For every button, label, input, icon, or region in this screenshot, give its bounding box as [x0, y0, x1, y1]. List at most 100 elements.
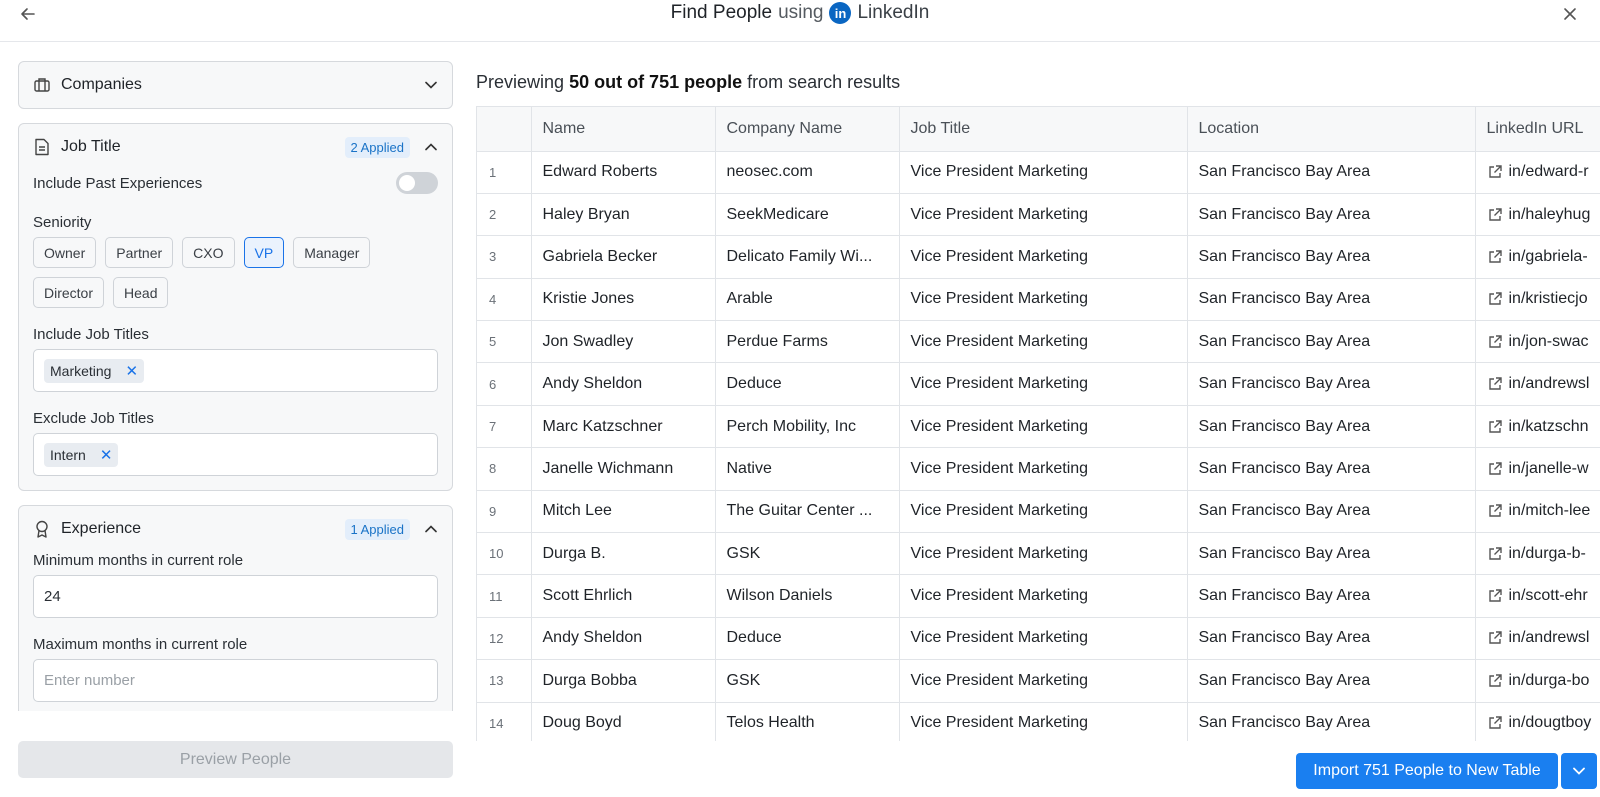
company-cell: neosec.com: [715, 151, 900, 194]
location-cell: San Francisco Bay Area: [1187, 278, 1476, 322]
linkedin-url-cell[interactable]: in/andrewsl: [1475, 617, 1600, 661]
linkedin-url-text: in/jon-swac: [1508, 332, 1589, 350]
seniority-chips: Owner Partner CXO VP Manager Director He…: [33, 237, 438, 308]
table-row[interactable]: 8 Janelle Wichmann Native Vice President Ma…: [477, 447, 1600, 491]
min-months-input[interactable]: [33, 575, 438, 618]
filter-sidebar: Companies Job Title 2 Applied Include Pa…: [18, 61, 453, 711]
title-text: Find People: [670, 2, 773, 23]
name-cell: Scott Ehrlich: [531, 574, 716, 618]
table-row[interactable]: 3 Gabriela Becker Delicato Family Wi... Vic…: [477, 235, 1600, 279]
max-months-label: Maximum months in current role: [33, 636, 248, 653]
table-row[interactable]: 14 Doug Boyd Telos Health Vice President Ma…: [477, 702, 1600, 741]
column-header[interactable]: Location: [1187, 107, 1476, 152]
chevron-down-icon[interactable]: [424, 78, 438, 92]
linkedin-url-cell[interactable]: in/mitch-lee: [1475, 490, 1600, 534]
linkedin-url-link[interactable]: in/andrewsl: [1487, 363, 1600, 404]
linkedin-url-link[interactable]: in/jon-swac: [1487, 321, 1600, 362]
linkedin-url-cell[interactable]: in/scott-ehr: [1475, 574, 1600, 618]
linkedin-label: LinkedIn: [857, 2, 930, 23]
import-people-button[interactable]: Import 751 People to New Table: [1296, 753, 1558, 789]
company-cell: Deduce: [715, 362, 900, 406]
table-row[interactable]: 7 Marc Katzschner Perch Mobility, Inc Vice …: [477, 405, 1600, 449]
remove-tag-icon[interactable]: ✕: [125, 362, 138, 380]
company-cell: GSK: [715, 532, 900, 576]
column-header[interactable]: Name: [531, 107, 716, 152]
name-cell: Durga B.: [531, 532, 716, 576]
job-title-panel: Job Title 2 Applied Include Past Experie…: [18, 123, 453, 491]
external-link-icon: [1488, 547, 1502, 560]
remove-tag-icon[interactable]: ✕: [100, 446, 113, 464]
companies-panel-header[interactable]: Companies: [19, 62, 452, 108]
chevron-up-icon[interactable]: [424, 140, 438, 154]
experience-panel-header[interactable]: Experience 1 Applied: [19, 506, 452, 552]
seniority-chip-manager[interactable]: Manager: [293, 237, 371, 268]
linkedin-url-link[interactable]: in/durga-bo: [1487, 660, 1600, 701]
linkedin-url-link[interactable]: in/scott-ehr: [1487, 575, 1600, 616]
seniority-chip-head[interactable]: Head: [113, 277, 169, 308]
location-cell: San Francisco Bay Area: [1187, 532, 1476, 576]
row-index: 1: [477, 151, 532, 194]
column-header[interactable]: Company Name: [715, 107, 900, 152]
include-past-toggle[interactable]: [396, 172, 438, 194]
name-cell: Jon Swadley: [531, 320, 716, 364]
company-cell: Perch Mobility, Inc: [715, 405, 900, 449]
linkedin-url-cell[interactable]: in/gabriela-: [1475, 235, 1600, 279]
job-title-applied-badge: 2 Applied: [344, 136, 410, 158]
table-row[interactable]: 6 Andy Sheldon Deduce Vice President Market…: [477, 362, 1600, 406]
linkedin-url-cell[interactable]: in/andrewsl: [1475, 362, 1600, 406]
table-row[interactable]: 13 Durga Bobba GSK Vice President Marketing…: [477, 659, 1600, 703]
seniority-chip-director[interactable]: Director: [33, 277, 105, 308]
linkedin-url-link[interactable]: in/mitch-lee: [1487, 491, 1600, 532]
name-cell: Edward Roberts: [531, 151, 716, 194]
table-row[interactable]: 10 Durga B. GSK Vice President Marketing San…: [477, 532, 1600, 576]
table-row[interactable]: 12 Andy Sheldon Deduce Vice President Marke…: [477, 617, 1600, 661]
table-row[interactable]: 5 Jon Swadley Perdue Farms Vice President M…: [477, 320, 1600, 364]
table-row[interactable]: 11 Scott Ehrlich Wilson Daniels Vice Presid…: [477, 574, 1600, 618]
linkedin-url-link[interactable]: in/gabriela-: [1487, 236, 1600, 277]
close-icon[interactable]: [1560, 4, 1580, 24]
chevron-up-icon[interactable]: [424, 522, 438, 536]
company-cell: Telos Health: [715, 702, 900, 741]
max-months-input[interactable]: [33, 659, 438, 702]
location-cell: San Francisco Bay Area: [1187, 151, 1476, 194]
company-cell: GSK: [715, 659, 900, 703]
linkedin-url-link[interactable]: in/edward-r: [1487, 152, 1600, 193]
import-options-dropdown[interactable]: [1561, 753, 1597, 789]
linkedin-url-cell[interactable]: in/durga-b-: [1475, 532, 1600, 576]
companies-panel: Companies: [18, 61, 453, 109]
linkedin-url-link[interactable]: in/janelle-w: [1487, 448, 1600, 489]
results-table-container[interactable]: Name Company Name Job Title Location LinkedI…: [476, 106, 1600, 741]
preview-people-button[interactable]: Preview People: [18, 741, 453, 778]
table-row[interactable]: 1 Edward Roberts neosec.com Vice President …: [477, 151, 1600, 194]
linkedin-url-link[interactable]: in/katzschn: [1487, 406, 1600, 447]
linkedin-url-cell[interactable]: in/durga-bo: [1475, 659, 1600, 703]
table-row[interactable]: 2 Haley Bryan SeekMedicare Vice President M…: [477, 193, 1600, 237]
include-titles-input[interactable]: Marketing ✕: [33, 349, 438, 392]
column-header[interactable]: Job Title: [899, 107, 1188, 152]
linkedin-url-link[interactable]: in/kristiecjo: [1487, 279, 1600, 320]
seniority-chip-owner[interactable]: Owner: [33, 237, 97, 268]
column-header[interactable]: LinkedIn URL: [1475, 107, 1600, 152]
table-row[interactable]: 4 Kristie Jones Arable Vice President Marke…: [477, 278, 1600, 322]
linkedin-url-cell[interactable]: in/janelle-w: [1475, 447, 1600, 491]
linkedin-url-cell[interactable]: in/kristiecjo: [1475, 278, 1600, 322]
linkedin-url-link[interactable]: in/dougtboy: [1487, 703, 1600, 741]
linkedin-url-link[interactable]: in/haleyhug: [1487, 194, 1600, 235]
linkedin-url-cell[interactable]: in/edward-r: [1475, 151, 1600, 194]
seniority-chip-partner[interactable]: Partner: [105, 237, 174, 268]
preview-summary: Previewing 50 out of 751 people from sea…: [476, 72, 900, 93]
linkedin-url-link[interactable]: in/durga-b-: [1487, 533, 1600, 574]
seniority-chip-vp[interactable]: VP: [243, 237, 285, 268]
linkedin-url-text: in/haleyhug: [1508, 205, 1591, 223]
seniority-chip-cxo[interactable]: CXO: [182, 237, 235, 268]
linkedin-url-cell[interactable]: in/dougtboy: [1475, 702, 1600, 741]
linkedin-url-cell[interactable]: in/jon-swac: [1475, 320, 1600, 364]
table-row[interactable]: 9 Mitch Lee The Guitar Center ... Vice Pres…: [477, 490, 1600, 534]
linkedin-url-cell[interactable]: in/haleyhug: [1475, 193, 1600, 237]
job-title-cell: Vice President Marketing: [899, 320, 1188, 364]
linkedin-url-cell[interactable]: in/katzschn: [1475, 405, 1600, 449]
exclude-titles-input[interactable]: Intern ✕: [33, 433, 438, 476]
job-title-panel-header[interactable]: Job Title 2 Applied: [19, 124, 452, 170]
name-cell: Kristie Jones: [531, 278, 716, 322]
linkedin-url-link[interactable]: in/andrewsl: [1487, 618, 1600, 659]
